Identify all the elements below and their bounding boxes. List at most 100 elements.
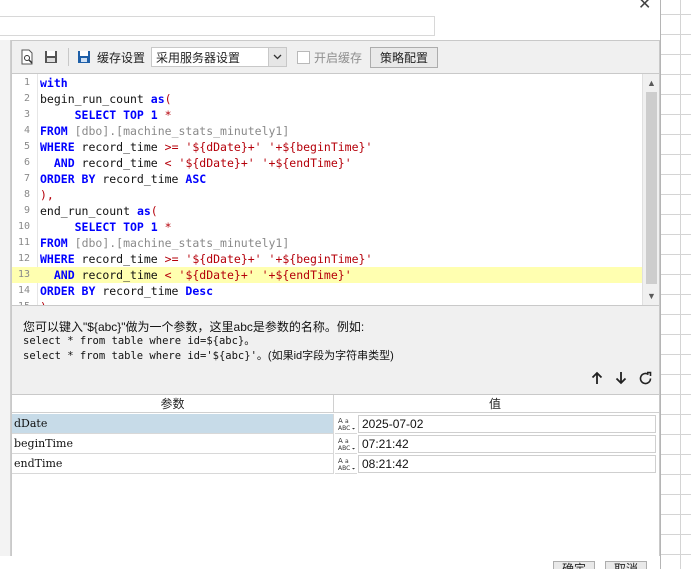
code-token: with: [40, 76, 68, 90]
enable-cache-checkbox[interactable]: [297, 50, 311, 64]
param-name: dDate: [12, 414, 334, 434]
code-text: ORDER BY record_time ASC: [40, 171, 206, 187]
code-text: ),: [40, 187, 54, 203]
param-value-input[interactable]: 07:21:42: [358, 435, 656, 453]
code-token: end_run_count: [40, 204, 137, 218]
abc-type-icon[interactable]: Aa ABC: [335, 454, 357, 474]
code-line[interactable]: 14 ORDER BY record_time Desc: [12, 283, 642, 299]
code-line[interactable]: 6 AND record_time < '${dDate}+' '+${endT…: [12, 155, 642, 171]
chevron-down-icon[interactable]: [268, 48, 287, 66]
line-number: 15: [12, 299, 30, 305]
preview-icon[interactable]: [18, 48, 36, 66]
code-token: SELECT TOP 1: [74, 108, 158, 122]
close-icon[interactable]: ✕: [638, 0, 651, 14]
column-header-value: 值: [488, 397, 501, 411]
line-number: 1: [23, 77, 30, 88]
code-line[interactable]: 7 ORDER BY record_time ASC: [12, 171, 642, 187]
code-token: ASC: [185, 172, 207, 186]
code-text: SELECT TOP 1 *: [40, 107, 172, 123]
code-text: end_run_count as(: [40, 203, 158, 219]
top-strip: ✕: [0, 0, 691, 40]
svg-text:a: a: [345, 418, 349, 425]
code-token: FROM: [40, 236, 68, 250]
code-token: AND: [53, 268, 75, 282]
cache-settings-icon: [75, 48, 93, 66]
svg-text:A: A: [338, 457, 343, 465]
table-row[interactable]: beginTime Aa ABC 07:21:42: [12, 434, 659, 454]
code-text: SELECT TOP 1 *: [40, 219, 172, 235]
code-token: ): [40, 300, 47, 305]
cache-settings-label: 缓存设置: [97, 50, 146, 65]
scroll-down-icon[interactable]: ▼: [643, 288, 659, 304]
code-line[interactable]: 4 FROM [dbo].[machine_stats_minutely1]: [12, 123, 642, 139]
line-number: 10: [17, 221, 30, 232]
code-line[interactable]: 11 FROM [dbo].[machine_stats_minutely1]: [12, 235, 642, 251]
sql-editor[interactable]: 1 with 2 begin_run_count as(3 SELECT TOP 1 …: [12, 73, 659, 306]
hint-example-2-tail: 。(如果id字段为字符串类型): [256, 350, 394, 362]
cancel-button[interactable]: 取消: [605, 561, 648, 569]
param-value-input[interactable]: 08:21:42: [358, 455, 656, 473]
svg-text:A: A: [338, 417, 343, 425]
code-line[interactable]: 10 SELECT TOP 1 *: [12, 219, 642, 235]
move-up-icon[interactable]: [588, 369, 606, 387]
code-line[interactable]: 9 end_run_count as(: [12, 203, 642, 219]
left-panel: [0, 40, 11, 556]
abc-type-icon[interactable]: Aa ABC: [335, 414, 357, 434]
code-token: *: [164, 220, 172, 234]
hint-example-2: select * from table where id='${abc}'。(如…: [23, 347, 394, 363]
code-token: [dbo].[machine_stats_minutely1]: [74, 124, 290, 138]
data-query-dialog: 缓存设置 采用服务器设置 开启缓存 策略配置 1 with 2 begin_run_c…: [11, 40, 660, 556]
table-row[interactable]: endTime Aa ABC 08:21:42: [12, 454, 659, 474]
hint-example-1-code: select * from table where id=${abc}: [23, 335, 245, 347]
code-line[interactable]: 3 SELECT TOP 1 *: [12, 107, 642, 123]
code-token: record_time: [74, 140, 165, 154]
cache-mode-value: 采用服务器设置: [156, 50, 241, 65]
line-number: 2: [23, 93, 30, 104]
cache-mode-select[interactable]: 采用服务器设置: [151, 47, 288, 67]
refresh-icon[interactable]: [636, 369, 654, 387]
code-line[interactable]: 15): [12, 299, 642, 305]
top-input-field[interactable]: [0, 16, 435, 36]
code-token: as: [150, 92, 165, 106]
code-line[interactable]: 12 WHERE record_time >= '${dDate}+' '+${b…: [12, 251, 642, 267]
code-token: ),: [40, 188, 54, 202]
move-down-icon[interactable]: [612, 369, 630, 387]
parameters-table: 参数 值 dDate Aa ABC 2025-07-02 beginTime Aa…: [12, 394, 659, 556]
param-name: endTime: [12, 454, 334, 474]
table-row[interactable]: dDate Aa ABC 2025-07-02: [12, 414, 659, 434]
code-text: with: [40, 75, 68, 91]
scrollbar-thumb[interactable]: [646, 92, 657, 284]
code-token: begin_run_count: [40, 92, 151, 106]
strategy-config-button[interactable]: 策略配置: [370, 46, 439, 68]
svg-text:a: a: [345, 458, 349, 465]
code-token: '${dDate}+' '+${endTime}': [178, 156, 352, 170]
code-token: *: [164, 108, 172, 122]
code-line[interactable]: 13 AND record_time < '${dDate}+' '+${end…: [12, 267, 642, 283]
code-token: as: [136, 204, 151, 218]
abc-type-icon[interactable]: Aa ABC: [335, 434, 357, 454]
code-token: WHERE: [40, 140, 75, 154]
database-save-icon[interactable]: [42, 48, 60, 66]
code-token: (: [164, 92, 172, 106]
param-value-input[interactable]: 2025-07-02: [358, 415, 656, 433]
code-token: '${dDate}+' '+${beginTime}': [185, 252, 373, 266]
ok-button[interactable]: 确定: [553, 561, 596, 569]
code-line[interactable]: 2 begin_run_count as(: [12, 91, 642, 107]
line-number: 11: [17, 237, 30, 248]
code-line[interactable]: 1 with: [12, 75, 642, 91]
code-text: begin_run_count as(: [40, 91, 172, 107]
scroll-up-icon[interactable]: ▲: [643, 75, 659, 91]
code-token: record_time: [74, 156, 165, 170]
code-line[interactable]: 8),: [12, 187, 642, 203]
editor-vertical-scrollbar[interactable]: ▲ ▼: [642, 74, 659, 305]
column-header-param: 参数: [12, 395, 334, 413]
code-token: >=: [164, 252, 179, 266]
code-line[interactable]: 5 WHERE record_time >= '${dDate}+' '+${be…: [12, 139, 642, 155]
code-token: FROM: [40, 124, 68, 138]
cancel-button-label: 取消: [614, 562, 639, 569]
hint-example-1: select * from table where id=${abc}。: [23, 332, 255, 348]
